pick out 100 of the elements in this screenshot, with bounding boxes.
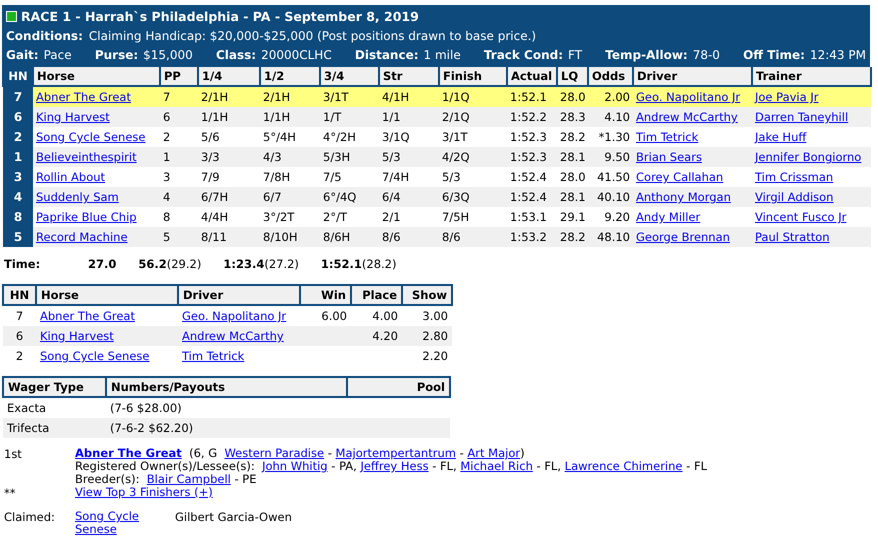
- winner-link[interactable]: Abner The Great: [75, 446, 182, 460]
- driver-link[interactable]: Andrew McCarthy: [636, 110, 738, 124]
- detail-link[interactable]: Michael Rich: [460, 459, 533, 473]
- driver-link[interactable]: Corey Callahan: [636, 170, 724, 184]
- detail-link[interactable]: View Top 3 Finishers (+): [75, 485, 213, 499]
- detail-link[interactable]: Western Paradise: [224, 446, 324, 460]
- horse-link[interactable]: King Harvest: [36, 110, 110, 124]
- table-cell: 2.00: [588, 86, 633, 107]
- info-value: 12:43 PM: [810, 48, 866, 62]
- column-header: HN: [3, 285, 36, 305]
- table-cell: 6/7H: [198, 187, 260, 207]
- detail-link[interactable]: Art Major: [467, 446, 520, 460]
- driver-link[interactable]: Tim Tetrick: [182, 349, 244, 363]
- table-cell: 41.50: [588, 167, 633, 187]
- trainer-link[interactable]: Tim Crissman: [755, 170, 834, 184]
- horse-link[interactable]: Paprike Blue Chip: [36, 210, 137, 224]
- horse-link[interactable]: Rollin About: [36, 170, 106, 184]
- table-cell: 4°/2H: [320, 127, 379, 147]
- horse-link[interactable]: King Harvest: [40, 329, 114, 343]
- result-row[interactable]: 8 Paprike Blue Chip 8 4/4H 3°/2T 2°/T 2/1 7/5H 1:53.1 29.1 9.20 Andy Miller Vincent Fusco Jr: [3, 207, 871, 227]
- table-cell: 5/6: [198, 127, 260, 147]
- detail-link[interactable]: John Whitig: [262, 459, 328, 473]
- result-row[interactable]: 7 Abner The Great 7 2/1H 2/1H 3/1T 4/1H 1/1Q 1:52.1 28.0 2.00 Geo. Napolitano Jr Joe Pavia Jr: [3, 86, 871, 107]
- table-cell: 2: [3, 346, 36, 366]
- info-value: Claiming Handicap: $20,000-$25,000 (Post positions drawn to base price.): [88, 28, 536, 42]
- table-cell: 4/3: [260, 147, 320, 167]
- table-cell: 2: [160, 127, 198, 147]
- result-row[interactable]: 3 Rollin About 3 7/9 7/8H 7/5 7/4H 5/3 1:52.4 28.0 41.50 Corey Callahan Tim Crissman: [3, 167, 871, 187]
- column-header: Numbers/Payouts: [106, 377, 347, 397]
- trainer-link[interactable]: Darren Taneyhill: [755, 110, 848, 124]
- horse-link[interactable]: Abner The Great: [40, 309, 135, 323]
- driver-link[interactable]: Anthony Morgan: [636, 190, 731, 204]
- table-cell: 4/4H: [198, 207, 260, 227]
- table-cell: 1/1H: [260, 107, 320, 127]
- table-cell: 2°/T: [320, 207, 379, 227]
- info-value: 78-0: [692, 48, 720, 62]
- info-label: Gait:: [6, 48, 39, 62]
- info-label: Distance:: [354, 48, 419, 62]
- column-header: PP: [160, 67, 198, 86]
- column-header: Pool: [347, 377, 450, 397]
- table-cell: 6/3Q: [439, 187, 507, 207]
- table-cell: (7-6-2 $62.20): [106, 418, 347, 438]
- table-cell: 4.20: [351, 326, 402, 346]
- driver-link[interactable]: Andy Miller: [636, 210, 700, 224]
- horse-link[interactable]: Suddenly Sam: [36, 190, 119, 204]
- info-label: Off Time:: [743, 48, 805, 62]
- driver-link[interactable]: George Brennan: [636, 230, 730, 244]
- table-cell: 1:52.3: [507, 147, 557, 167]
- table-cell: 1:52.2: [507, 107, 557, 127]
- horse-link[interactable]: Abner The Great: [36, 90, 131, 104]
- column-header: Horse: [33, 67, 160, 86]
- table-cell: *1.30: [588, 127, 633, 147]
- fraction-time: 1:23.4(27.2): [223, 257, 299, 271]
- info-label: Purse:: [94, 48, 138, 62]
- table-cell: 9.50: [588, 147, 633, 167]
- result-row[interactable]: 4 Suddenly Sam 4 6/7H 6/7 6°/4Q 6/4 6/3Q 1:52.4 28.1 40.10 Anthony Morgan Virgil Addison: [3, 187, 871, 207]
- trainer-link[interactable]: Paul Stratton: [755, 230, 830, 244]
- trainer-link[interactable]: Jennifer Bongiorno: [755, 150, 862, 164]
- detail-link[interactable]: Blair Campbell: [146, 472, 231, 486]
- driver-link[interactable]: Andrew McCarthy: [182, 329, 284, 343]
- driver-link[interactable]: Brian Sears: [636, 150, 702, 164]
- horse-link[interactable]: Song Cycle Senese: [75, 510, 157, 536]
- result-row[interactable]: 6 King Harvest 6 1/1H 1/1H 1/T 1/1 2/1Q 1:52.2 28.3 4.10 Andrew McCarthy Darren Taneyhill: [3, 107, 871, 127]
- horse-link[interactable]: Record Machine: [36, 230, 128, 244]
- driver-link[interactable]: Geo. Napolitano Jr: [636, 90, 740, 104]
- horse-link[interactable]: Song Cycle Senese: [36, 130, 146, 144]
- horse-link[interactable]: Believeinthespirit: [36, 150, 137, 164]
- horse-link[interactable]: Song Cycle Senese: [40, 349, 150, 363]
- detail-label: 1st: [4, 447, 23, 463]
- time-label: Time:: [4, 257, 42, 271]
- horse-number: 3: [3, 167, 33, 187]
- trainer-link[interactable]: Jake Huff: [755, 130, 806, 144]
- table-cell: 1: [160, 147, 198, 167]
- detail-link[interactable]: Majortempertantrum: [336, 446, 456, 460]
- driver-link[interactable]: Tim Tetrick: [636, 130, 698, 144]
- trainer-link[interactable]: Vincent Fusco Jr: [755, 210, 846, 224]
- fraction-time: 27.0: [88, 257, 116, 271]
- table-cell: 3/3: [198, 147, 260, 167]
- table-cell: 5: [160, 227, 198, 247]
- info-value: Pace: [44, 48, 72, 62]
- table-cell: 5/3: [379, 147, 439, 167]
- table-cell: 3/1T: [320, 86, 379, 107]
- result-row[interactable]: 1 Believeinthespirit 1 3/3 4/3 5/3H 5/3 4/2Q 1:52.3 28.1 9.50 Brian Sears Jennifer Bongiorno: [3, 147, 871, 167]
- driver-link[interactable]: Geo. Napolitano Jr: [182, 309, 286, 323]
- column-header: 3/4: [320, 67, 379, 86]
- detail-link[interactable]: Lawrence Chimerine: [564, 459, 682, 473]
- detail-text: (6, G: [188, 446, 218, 460]
- detail-link[interactable]: Jeffrey Hess: [360, 459, 429, 473]
- result-row[interactable]: 2 Song Cycle Senese 2 5/6 5°/4H 4°/2H 3/1Q 3/1T 1:52.3 28.2 *1.30 Tim Tetrick Jake Huff: [3, 127, 871, 147]
- info-label: Temp-Allow:: [605, 48, 688, 62]
- table-cell: 8/10H: [260, 227, 320, 247]
- table-cell: 40.10: [588, 187, 633, 207]
- column-header: Horse: [36, 285, 178, 305]
- detail-text: - FL: [685, 459, 707, 473]
- result-row[interactable]: 5 Record Machine 5 8/11 8/10H 8/6H 8/6 8/6 1:53.2 28.2 48.10 George Brennan Paul Stratton: [3, 227, 871, 247]
- trainer-link[interactable]: Virgil Addison: [755, 190, 834, 204]
- table-cell: 4: [160, 187, 198, 207]
- trainer-link[interactable]: Joe Pavia Jr: [755, 90, 818, 104]
- column-header: Driver: [178, 285, 300, 305]
- column-header: Finish: [439, 67, 507, 86]
